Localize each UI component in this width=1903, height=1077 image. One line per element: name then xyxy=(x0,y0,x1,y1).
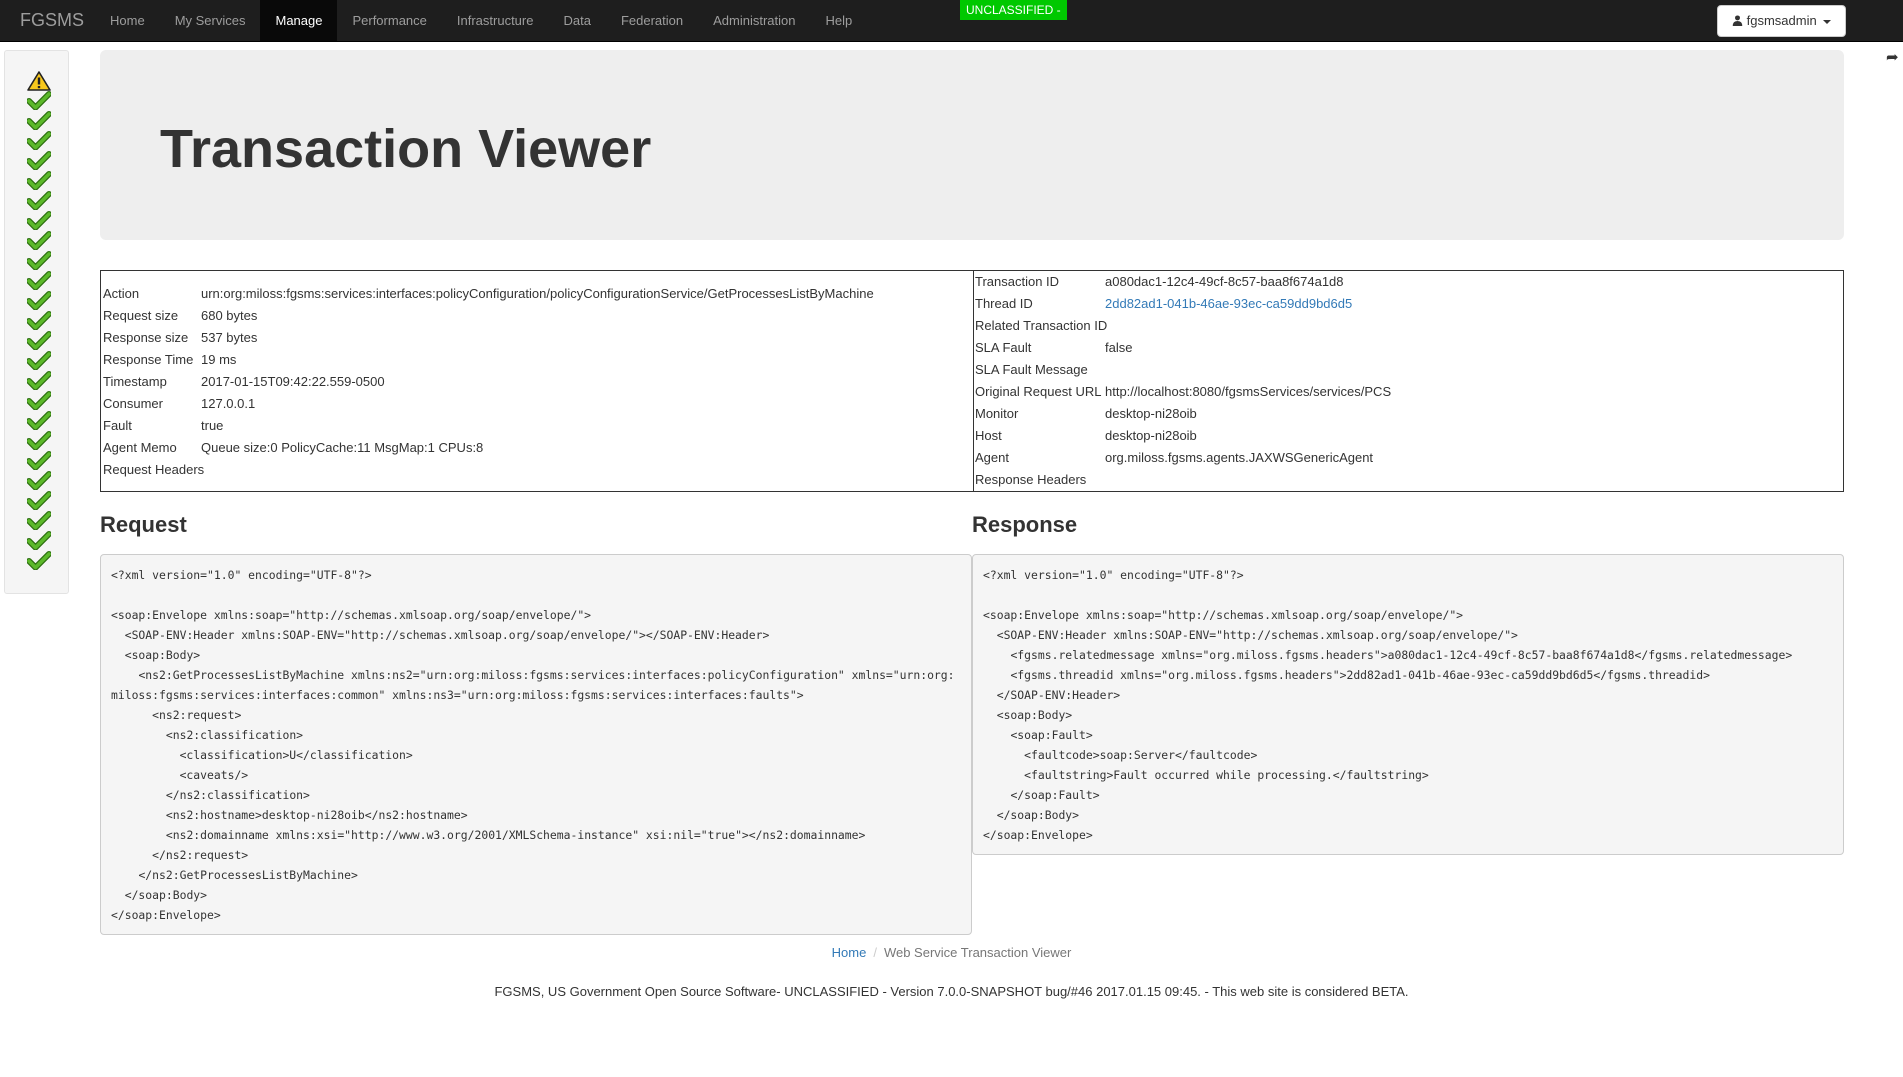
warning-icon[interactable] xyxy=(27,71,51,91)
page-title: Transaction Viewer xyxy=(160,119,652,179)
response-xml[interactable]: <?xml version="1.0" encoding="UTF-8"?> <… xyxy=(972,554,1844,855)
thread-id-link[interactable]: 2dd82ad1-041b-46ae-93ec-ca59dd9bd6d5 xyxy=(1105,296,1352,311)
username-label: fgsmsadmin xyxy=(1746,13,1817,28)
check-icon[interactable] xyxy=(26,531,52,551)
nav-item-help[interactable]: Help xyxy=(810,0,867,41)
check-icon[interactable] xyxy=(26,151,52,171)
check-icon[interactable] xyxy=(26,91,52,111)
detail-label: Host xyxy=(975,428,1002,443)
check-icon[interactable] xyxy=(26,171,52,191)
chevron-down-icon xyxy=(1823,19,1832,24)
check-icon[interactable] xyxy=(26,491,52,511)
detail-label: Response Headers xyxy=(975,472,1087,487)
nav-item-infrastructure[interactable]: Infrastructure xyxy=(442,0,549,41)
transaction-details: Action urn:org:miloss:fgsms:services:inte… xyxy=(100,270,1844,492)
check-icon[interactable] xyxy=(26,251,52,271)
user-menu-button[interactable]: fgsmsadmin xyxy=(1717,5,1847,37)
detail-label: Consumer xyxy=(103,396,163,411)
check-icon[interactable] xyxy=(26,331,52,351)
detail-value: 127.0.0.1 xyxy=(201,396,256,411)
detail-value: urn:org:miloss:fgsms:services:interfaces… xyxy=(201,286,874,301)
check-icon[interactable] xyxy=(26,271,52,291)
detail-label: Original Request URL xyxy=(975,384,1102,399)
detail-label: SLA Fault Message xyxy=(975,362,1088,377)
detail-value: desktop-ni28oib xyxy=(1105,428,1197,443)
nav-item-federation[interactable]: Federation xyxy=(606,0,698,41)
check-icon[interactable] xyxy=(26,511,52,531)
check-icon[interactable] xyxy=(26,371,52,391)
detail-label: SLA Fault xyxy=(975,340,1032,355)
check-icon[interactable] xyxy=(26,391,52,411)
breadcrumb-home-link[interactable]: Home xyxy=(832,945,867,960)
detail-label: Response size xyxy=(103,330,189,345)
classification-banner: UNCLASSIFIED - xyxy=(960,0,1067,20)
nav-item-manage[interactable]: Manage xyxy=(260,0,338,41)
detail-label: Thread ID xyxy=(975,296,1033,311)
detail-label: Request size xyxy=(103,308,179,323)
nav-item-my-services[interactable]: My Services xyxy=(160,0,261,41)
check-icon[interactable] xyxy=(26,211,52,231)
detail-label: Transaction ID xyxy=(975,274,1060,289)
main-nav: Home My Services Manage Performance Infrastr… xyxy=(95,0,867,41)
service-status-sidebar xyxy=(4,50,69,594)
detail-value: 537 bytes xyxy=(201,330,258,345)
detail-label: Request Headers xyxy=(103,462,205,477)
detail-label: Agent xyxy=(975,450,1009,465)
detail-value: desktop-ni28oib xyxy=(1105,406,1197,421)
detail-value: org.miloss.fgsms.agents.JAXWSGenericAgen… xyxy=(1105,450,1374,465)
check-icon[interactable] xyxy=(26,411,52,431)
detail-label: Timestamp xyxy=(103,374,167,389)
nav-item-data[interactable]: Data xyxy=(548,0,605,41)
user-icon xyxy=(1732,15,1743,26)
breadcrumb-current: Web Service Transaction Viewer xyxy=(883,945,1072,960)
detail-label: Response Time xyxy=(103,352,194,367)
check-icon[interactable] xyxy=(26,231,52,251)
check-icon[interactable] xyxy=(26,291,52,311)
detail-value: false xyxy=(1105,340,1133,355)
detail-value: true xyxy=(201,418,224,433)
detail-value: 2017-01-15T09:42:22.559-0500 xyxy=(201,374,385,389)
check-icon[interactable] xyxy=(26,351,52,371)
brand-logo[interactable]: FGSMS xyxy=(20,0,84,41)
check-icon[interactable] xyxy=(26,311,52,331)
request-title: Request xyxy=(100,512,187,537)
detail-label: Related Transaction ID xyxy=(975,318,1108,333)
detail-label: Fault xyxy=(103,418,132,433)
breadcrumb-separator: / xyxy=(873,945,877,960)
share-icon[interactable]: ➦ xyxy=(1886,48,1899,66)
nav-item-performance[interactable]: Performance xyxy=(337,0,441,41)
breadcrumb: Home / Web Service Transaction Viewer xyxy=(0,945,1903,960)
page-header: Transaction Viewer xyxy=(100,50,1844,240)
detail-value: Queue size:0 PolicyCache:11 MsgMap:1 CPU… xyxy=(201,440,484,455)
check-icon[interactable] xyxy=(26,191,52,211)
detail-value: http://localhost:8080/fgsmsServices/serv… xyxy=(1105,384,1392,399)
check-icon[interactable] xyxy=(26,551,52,571)
check-icon[interactable] xyxy=(26,111,52,131)
nav-item-home[interactable]: Home xyxy=(95,0,160,41)
check-icon[interactable] xyxy=(26,471,52,491)
check-icon[interactable] xyxy=(26,131,52,151)
detail-value: 19 ms xyxy=(201,352,237,367)
detail-value: a080dac1-12c4-49cf-8c57-baa8f674a1d8 xyxy=(1105,274,1344,289)
detail-value: 680 bytes xyxy=(201,308,258,323)
detail-label: Action xyxy=(103,286,140,301)
check-icon[interactable] xyxy=(26,451,52,471)
details-divider xyxy=(973,271,974,491)
detail-label: Agent Memo xyxy=(103,440,177,455)
top-navbar: FGSMS Home My Services Manage Performance In… xyxy=(0,0,1903,42)
detail-label: Monitor xyxy=(975,406,1019,421)
detail-value: 2dd82ad1-041b-46ae-93ec-ca59dd9bd6d5 xyxy=(1105,293,1352,315)
check-icon[interactable] xyxy=(26,431,52,451)
nav-item-administration[interactable]: Administration xyxy=(698,0,810,41)
request-xml[interactable]: <?xml version="1.0" encoding="UTF-8"?> <… xyxy=(100,554,972,935)
response-title: Response xyxy=(972,512,1078,537)
footer-text: FGSMS, US Government Open Source Softwar… xyxy=(494,984,1409,999)
